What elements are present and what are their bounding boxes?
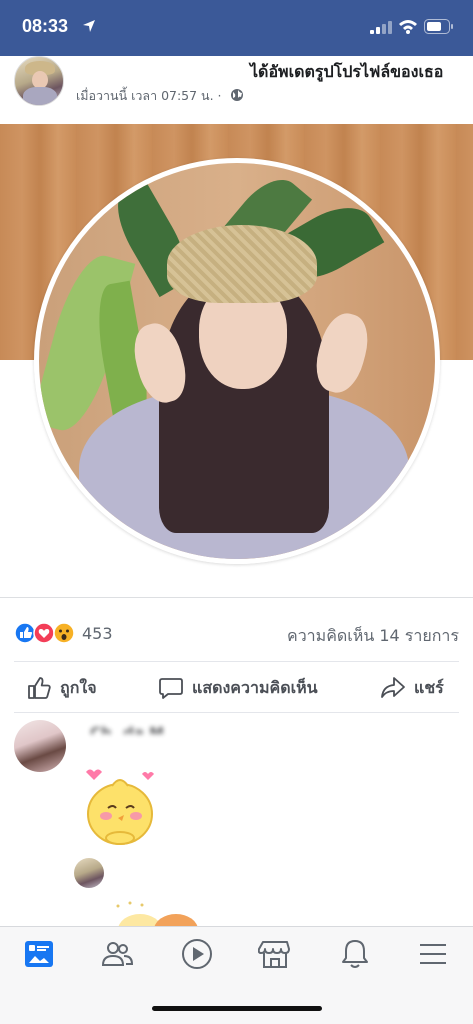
- reaction-icons: [14, 622, 75, 644]
- home-indicator: [152, 1006, 322, 1011]
- like-button[interactable]: ถูกใจ: [26, 674, 97, 702]
- post-meta-text: เมื่อวานนี้ เวลา 07:57 น. ·: [76, 88, 222, 103]
- post-actions: ถูกใจ แสดงความคิดเห็น แชร์: [0, 664, 473, 712]
- author-avatar[interactable]: [14, 56, 64, 106]
- wow-icon: [53, 622, 75, 644]
- like-icon: [14, 622, 36, 644]
- commenter-avatar[interactable]: [14, 720, 66, 772]
- globe-icon: [230, 89, 243, 101]
- reply-avatar[interactable]: [74, 858, 104, 888]
- post-header: ได้อัพเดตรูปโปรไฟล์ของเธอ เมื่อวานนี้ เว…: [0, 56, 473, 122]
- cellular-signal-icon: [370, 21, 392, 34]
- share-icon: [381, 677, 405, 698]
- commenter-name[interactable]: Ch..da M...: [90, 724, 181, 734]
- status-bar: 08:33: [0, 0, 473, 56]
- battery-icon: [424, 19, 453, 34]
- love-icon: [33, 622, 55, 644]
- marketplace-icon[interactable]: [258, 937, 292, 971]
- divider: [14, 712, 459, 713]
- reaction-count: 453: [82, 624, 113, 643]
- news-feed-icon[interactable]: [22, 937, 56, 971]
- location-arrow-icon: [83, 20, 95, 32]
- sticker-image: [116, 901, 198, 926]
- divider: [14, 661, 459, 662]
- post-timestamp[interactable]: เมื่อวานนี้ เวลา 07:57 น. ·: [76, 86, 244, 106]
- reactions-summary[interactable]: 453 ความคิดเห็น 14 รายการ: [0, 618, 473, 652]
- comment-button[interactable]: แสดงความคิดเห็น: [158, 674, 318, 702]
- notifications-icon[interactable]: [338, 937, 372, 971]
- sticker-image: [86, 769, 154, 845]
- share-button[interactable]: แชร์: [380, 674, 444, 702]
- like-label: ถูกใจ: [60, 677, 97, 697]
- profile-photo-post[interactable]: [0, 124, 473, 598]
- profile-photo[interactable]: [34, 158, 440, 564]
- comment-label: แสดงความคิดเห็น: [192, 677, 318, 697]
- share-label: แชร์: [414, 677, 444, 697]
- status-time: 08:33: [22, 16, 69, 36]
- comment-icon: [159, 678, 183, 699]
- watch-icon[interactable]: [180, 937, 214, 971]
- wifi-icon: [399, 20, 417, 34]
- post-title: ได้อัพเดตรูปโปรไฟล์ของเธอ: [250, 62, 444, 81]
- friends-icon[interactable]: [100, 937, 134, 971]
- comments-count[interactable]: ความคิดเห็น 14 รายการ: [287, 624, 459, 649]
- thumbs-up-icon: [28, 677, 51, 699]
- menu-icon[interactable]: [416, 937, 450, 971]
